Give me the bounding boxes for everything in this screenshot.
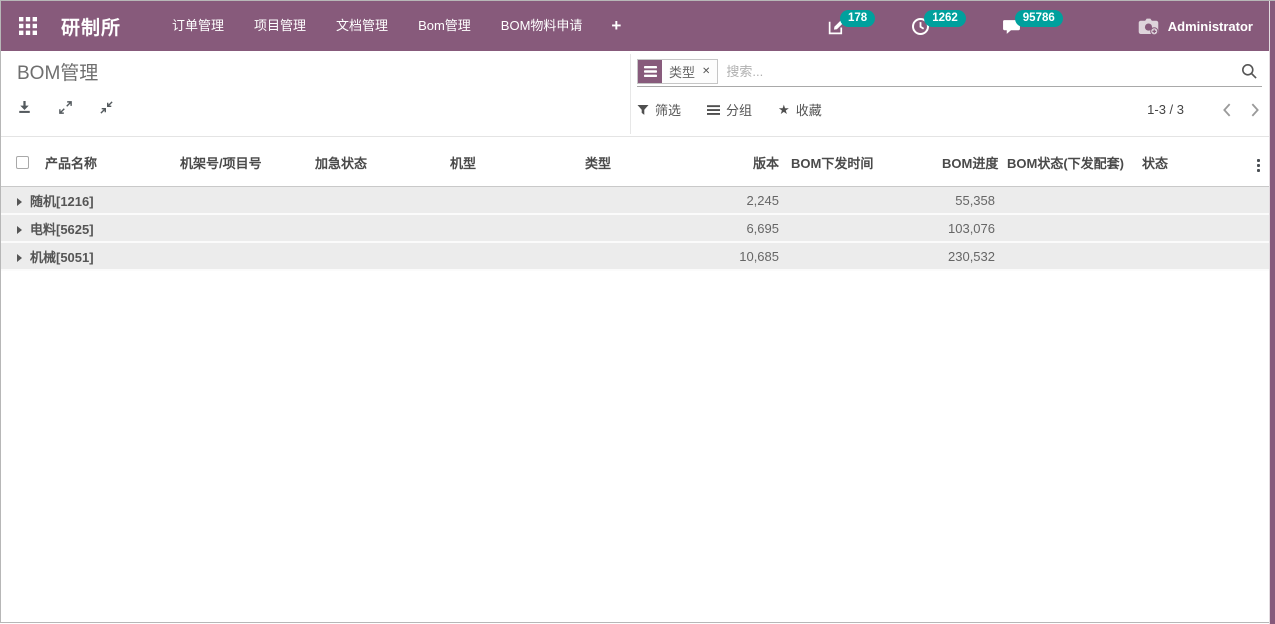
message-count-badge: 95786 [1015,10,1063,27]
group-header-cell[interactable]: 电料[5625] [1,215,721,243]
groupby-lines-icon [707,104,720,116]
activity-count-badge: 1262 [924,10,966,27]
nav-item-document-management[interactable]: 文档管理 [321,1,403,51]
app-title: 研制所 [61,13,121,40]
group-progress-total: 55,358 [938,187,1003,215]
vertical-dots-icon [1257,158,1260,173]
search-options-row: 筛选 分组 ★ 收藏 1- [637,100,1262,119]
group-version-total: 2,245 [721,187,787,215]
search-bar: 类型 ✕ [637,56,1262,87]
download-icon [17,100,32,115]
star-icon: ★ [778,102,790,118]
nav-add-button[interactable]: + [597,16,635,36]
caret-right-icon [17,226,22,234]
collapse-all-button[interactable] [99,100,114,115]
col-rack-project-no[interactable]: 机架号/项目号 [176,136,311,187]
caret-right-icon [17,198,22,206]
caret-right-icon [17,254,22,262]
user-name: Administrator [1168,19,1253,34]
pager-previous-button[interactable] [1220,102,1234,118]
export-download-button[interactable] [17,100,32,115]
expand-all-button[interactable] [58,100,73,115]
user-menu[interactable]: Administrator [1137,16,1253,37]
select-all-checkbox[interactable] [16,156,29,169]
chevron-right-icon [1248,102,1262,118]
col-status[interactable]: 状态 [1138,136,1246,187]
avatar-camera-icon [1137,16,1160,37]
col-bom-progress[interactable]: BOM进度 [938,136,1003,187]
pager: 1-3 / 3 [1147,102,1262,118]
group-row[interactable]: 机械[5051] 10,685 230,532 [1,243,1270,271]
nav-item-bom-management[interactable]: Bom管理 [403,1,486,51]
search-facet-type: 类型 ✕ [637,59,718,84]
edit-requests-button[interactable]: 178 [827,17,881,36]
messages-button[interactable]: 95786 [1002,17,1069,36]
search-submit-button[interactable] [1241,63,1258,85]
main-menu: 订单管理 项目管理 文档管理 Bom管理 BOM物料申请 + [157,1,635,51]
apps-menu-button[interactable] [15,13,41,39]
expand-icon [58,100,73,115]
group-row[interactable]: 随机[1216] 2,245 55,358 [1,187,1270,215]
facet-remove-icon[interactable]: ✕ [702,66,717,77]
top-right-systray: 178 1262 95786 [827,16,1275,37]
chevron-left-icon [1220,102,1234,118]
groupby-button[interactable]: 分组 [707,100,752,119]
filter-funnel-icon [637,104,649,116]
group-progress-total: 230,532 [938,243,1003,271]
group-header-cell[interactable]: 机械[5051] [1,243,721,271]
edit-count-badge: 178 [840,10,875,27]
page-title: BOM管理 [17,58,140,85]
top-nav-bar: 研制所 订单管理 项目管理 文档管理 Bom管理 BOM物料申请 + 178 [1,1,1275,51]
col-bom-status[interactable]: BOM状态(下发配套) [1003,136,1138,187]
nav-item-bom-material-request[interactable]: BOM物料申请 [486,1,598,51]
filters-button[interactable]: 筛选 [637,100,681,119]
col-type[interactable]: 类型 [581,136,721,187]
right-scroll-strip[interactable] [1269,1,1275,624]
search-input[interactable] [726,64,1262,79]
group-version-total: 6,695 [721,215,787,243]
group-version-total: 10,685 [721,243,787,271]
group-progress-total: 103,076 [938,215,1003,243]
facet-label: 类型 [662,62,702,81]
collapse-icon [99,100,114,115]
search-icon [1241,63,1258,80]
col-urgent-status[interactable]: 加急状态 [311,136,446,187]
groupby-facet-icon [638,60,662,83]
pager-range: 1-3 / 3 [1147,102,1184,117]
col-version[interactable]: 版本 [721,136,787,187]
control-panel: BOM管理 [1,51,1275,136]
optional-columns-button[interactable] [1246,136,1270,187]
app-window: 研制所 订单管理 项目管理 文档管理 Bom管理 BOM物料申请 + 178 [0,0,1275,623]
favorites-button[interactable]: ★ 收藏 [778,100,822,119]
nav-item-project-management[interactable]: 项目管理 [239,1,321,51]
col-bom-release-time[interactable]: BOM下发时间 [787,136,938,187]
group-row[interactable]: 电料[5625] 6,695 103,076 [1,215,1270,243]
activities-button[interactable]: 1262 [911,17,972,36]
group-header-cell[interactable]: 随机[1216] [1,187,721,215]
table-header-row: 产品名称 机架号/项目号 加急状态 机型 类型 版本 BOM下发时间 BOM进度… [1,136,1270,187]
col-product-name[interactable]: 产品名称 [41,136,176,187]
apps-grid-icon [19,17,37,35]
pager-next-button[interactable] [1248,102,1262,118]
bom-list-table: 产品名称 机架号/项目号 加急状态 机型 类型 版本 BOM下发时间 BOM进度… [1,136,1270,271]
col-machine-model[interactable]: 机型 [446,136,581,187]
nav-item-order-management[interactable]: 订单管理 [157,1,239,51]
